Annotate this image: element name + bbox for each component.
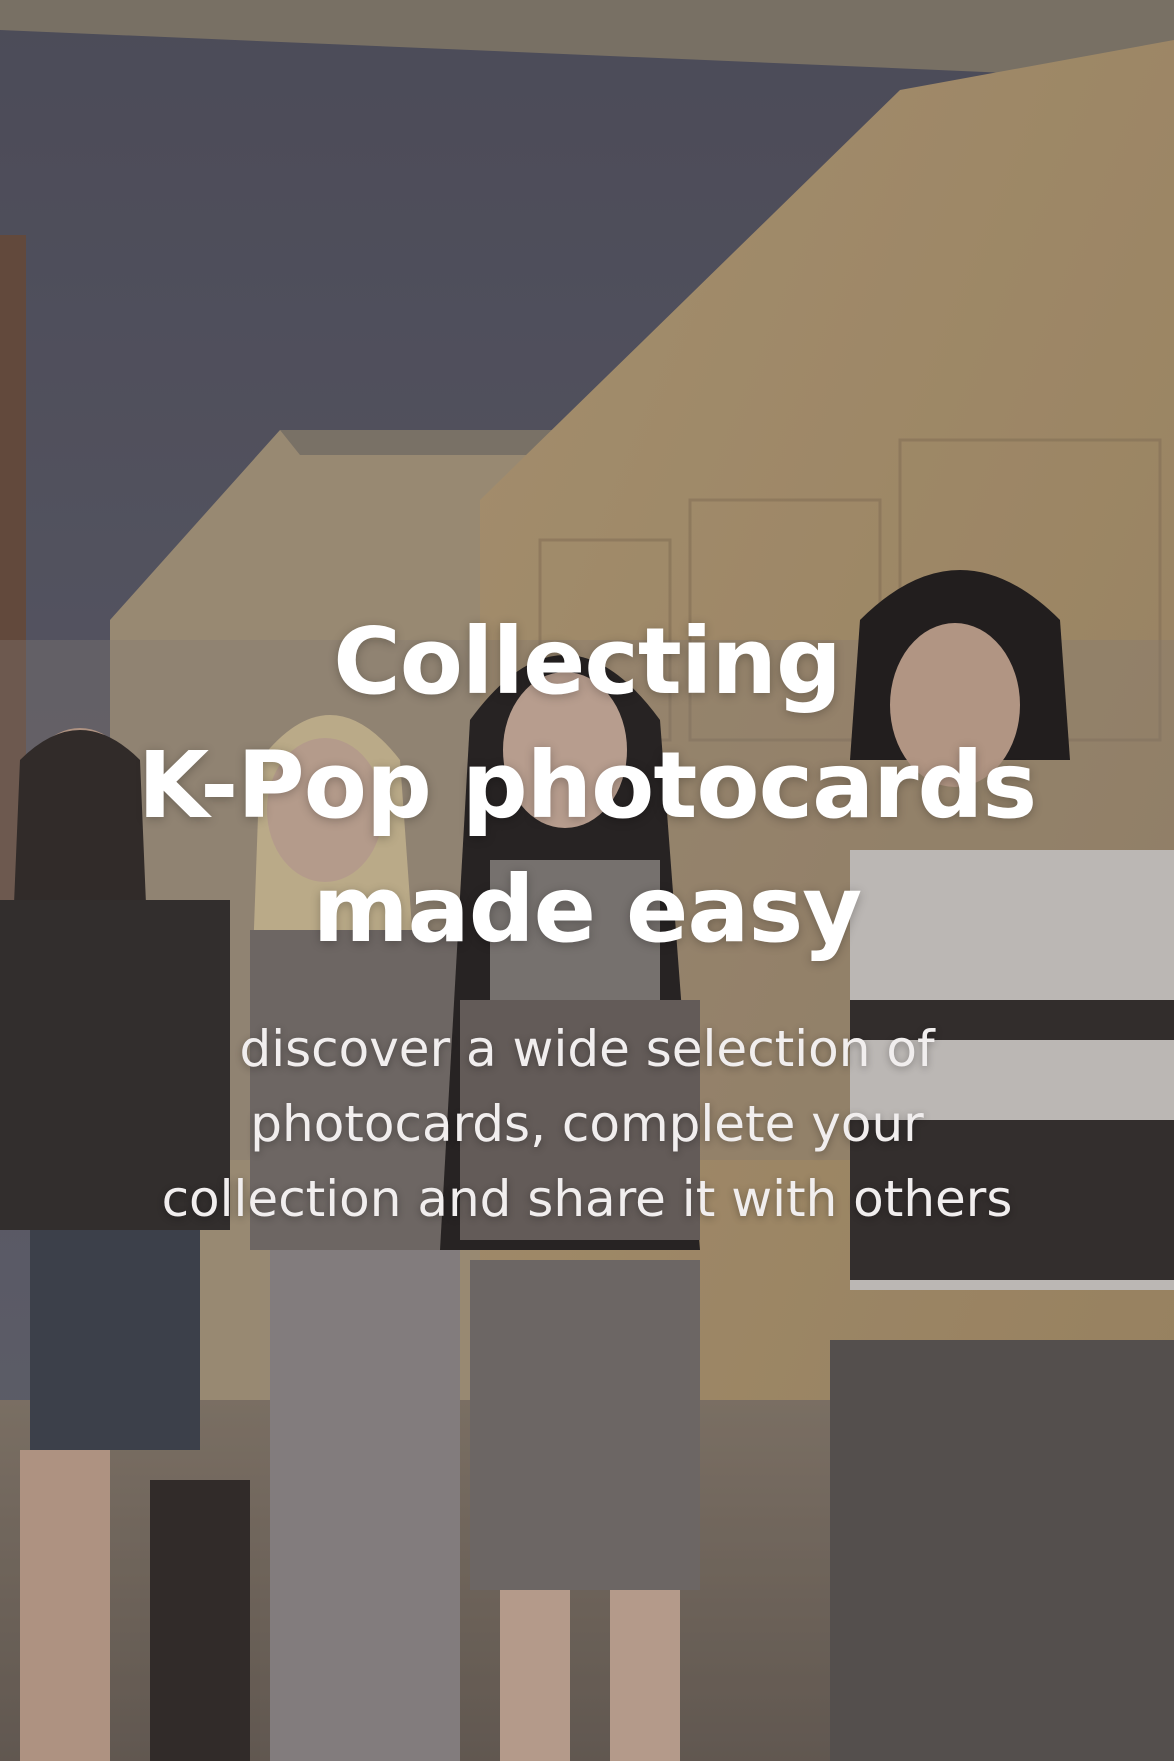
subtitle-line-1: discover a wide selection of: [239, 1020, 935, 1078]
headline-line-3: made easy: [312, 856, 862, 963]
subtitle-line-2: photocards, complete your: [250, 1095, 924, 1153]
subtitle: discover a wide selection of photocards,…: [60, 1012, 1114, 1237]
onboarding-screen: Collecting K-Pop photocards made easy di…: [0, 0, 1174, 1761]
hero-text: Collecting K-Pop photocards made easy di…: [60, 600, 1114, 1237]
headline: Collecting K-Pop photocards made easy: [60, 600, 1114, 972]
headline-line-2: K-Pop photocards: [137, 732, 1037, 839]
subtitle-line-3: collection and share it with others: [161, 1170, 1013, 1228]
headline-line-1: Collecting: [333, 608, 842, 715]
